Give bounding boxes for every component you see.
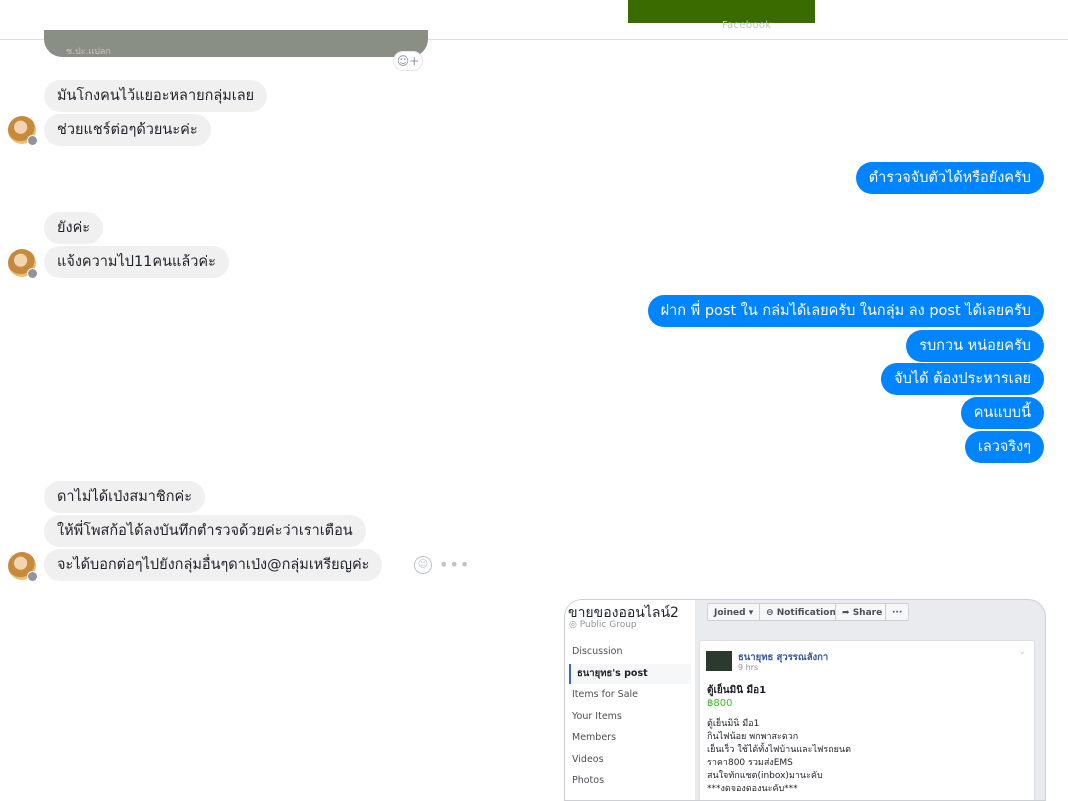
nav-user-post: ธนายุทธ's post (569, 664, 691, 684)
group-sidebar: ขายของออนไลน์2 ◎ Public Group Discussion… (565, 600, 695, 800)
sent-message[interactable]: ตำรวจจับตัวได้หรือยังครับ (855, 162, 1044, 194)
sent-message[interactable]: ฝาก พี่ post ใน กล่มได้เลยครับ ในกลุ่ม ล… (647, 295, 1044, 327)
messenger-badge-icon (27, 571, 38, 582)
post-author-avatar (706, 651, 732, 671)
group-post: ธนายุทธ สุวรรณลังกา 9 hrs ⌄ ตู้เย็นมินิ … (699, 640, 1035, 800)
chevron-down-icon: ⌄ (1018, 647, 1026, 657)
more-button: ··· (885, 603, 910, 621)
smile-icon[interactable]: ☺ (414, 556, 432, 574)
post-line: ***งดจองดองนะคับ*** (707, 784, 798, 794)
previous-photo-message[interactable]: ช.ปะ.แปลก (44, 30, 428, 57)
contact-avatar[interactable] (8, 552, 38, 582)
image-source-caption: Facebook (722, 20, 772, 31)
emoji-plus-icon[interactable]: ☺+ (393, 51, 423, 71)
more-icon[interactable]: ••• (439, 555, 470, 574)
received-message[interactable]: ให้พี่โพสก้อได้ลงบันทึกตำรวจด้วยค่ะว่าเร… (44, 515, 366, 547)
photo-text: ช.ปะ.แปลก (66, 47, 111, 57)
contact-avatar[interactable] (8, 249, 38, 279)
post-line: ตู้เย็นมินิ มือ1 (707, 719, 760, 729)
nav-items-for-sale: Items for Sale (572, 689, 639, 700)
received-message[interactable]: ดาไม่ได้เป่งสมาชิกค่ะ (44, 481, 206, 513)
post-line: กินไฟน้อย พกพาสะดวก (707, 732, 799, 742)
sent-message[interactable]: เลวจริงๆ (964, 431, 1044, 463)
messenger-badge-icon (27, 268, 38, 279)
nav-photos: Photos (572, 775, 605, 786)
sent-message[interactable]: คนแบบนี้ (960, 397, 1044, 429)
received-message[interactable]: จะได้บอกต่อๆไปยังกลุ่มอื่นๆดาเป่ง@กลุ่มเ… (44, 549, 383, 581)
post-line: ราคา800 รวมส่งEMS (707, 758, 793, 768)
sent-message[interactable]: จับได้ ต้องประหารเลย (881, 363, 1044, 395)
post-price: ฿800 (707, 698, 733, 709)
received-message[interactable]: ช่วยแชร์ต่อๆด้วยนะค่ะ (44, 114, 211, 146)
nav-discussion: Discussion (572, 646, 623, 657)
nav-videos: Videos (572, 754, 604, 765)
share-button: ➦ Share (835, 603, 890, 621)
post-line: สนใจทักแชต(inbox)มานะคับ (707, 771, 823, 781)
nav-your-items: Your Items (572, 711, 622, 722)
group-type: ◎ Public Group (569, 620, 637, 630)
received-message[interactable]: แจ้งความไป11คนแล้วค่ะ (44, 246, 229, 278)
shared-screenshot-image[interactable]: ขายของออนไลน์2 ◎ Public Group Discussion… (564, 599, 1046, 801)
contact-avatar[interactable] (8, 116, 38, 146)
nav-members: Members (572, 732, 617, 743)
received-message[interactable]: ยังค่ะ (44, 212, 104, 244)
sent-message[interactable]: รบกวน หน่อยครับ (906, 330, 1044, 362)
post-title: ตู้เย็นมินิ มือ1 (707, 685, 767, 696)
received-message[interactable]: มันโกงคนไว้แยอะหลายกลุ่มเลย (44, 80, 268, 112)
messenger-badge-icon (27, 135, 38, 146)
joined-button: Joined ▾ (707, 603, 761, 621)
post-line: เย็นเร็ว ใช้ได้ทั้งไฟบ้านและไฟรถยนต (707, 745, 851, 755)
post-time: 9 hrs (738, 663, 759, 672)
